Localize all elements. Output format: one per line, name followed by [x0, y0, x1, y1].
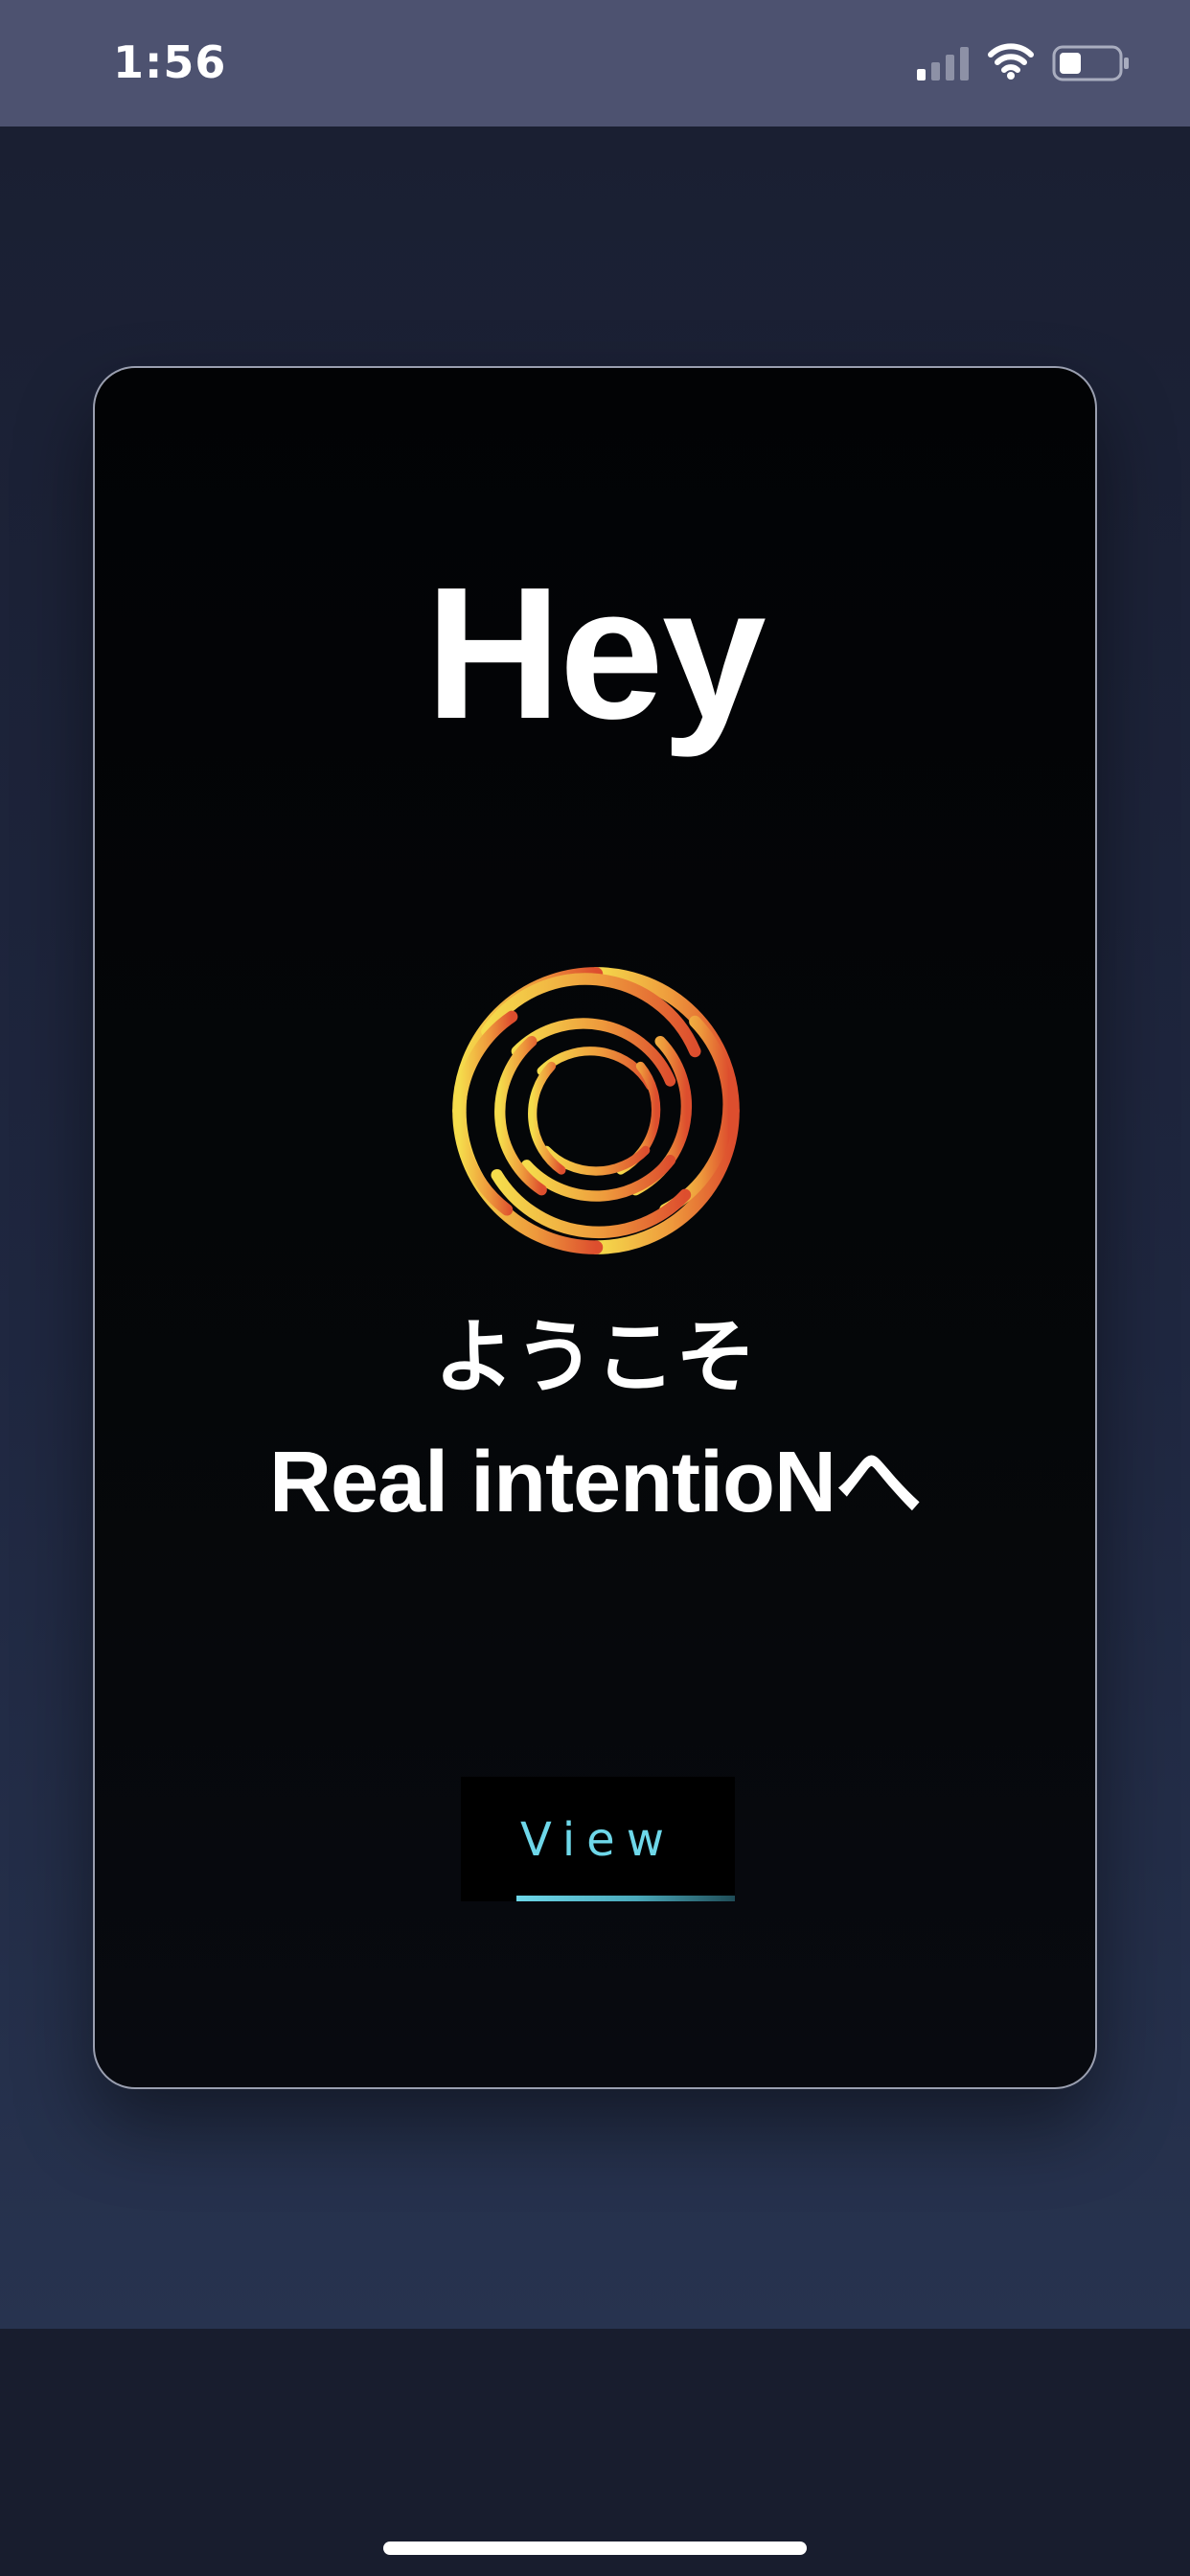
home-indicator[interactable] [383, 2542, 807, 2555]
welcome-heading-japanese: ようこそ [433, 1310, 756, 1404]
view-button-underline [516, 1896, 735, 1901]
bottom-area [0, 2329, 1190, 2576]
cellular-signal-icon [917, 47, 969, 80]
battery-icon [1052, 45, 1129, 81]
welcome-heading-app-name: Real intentioNへ [268, 1435, 922, 1530]
wifi-icon [988, 43, 1034, 80]
status-bar: 1:56 [0, 0, 1190, 126]
view-button[interactable]: View [461, 1777, 735, 1901]
swirl-logo-icon [452, 967, 740, 1254]
status-time: 1:56 [113, 36, 227, 88]
card-title: Hey [425, 548, 767, 758]
view-button-label: View [520, 1813, 675, 1867]
welcome-card: Hey ようこそ Real intentioNへ View [93, 366, 1097, 2089]
